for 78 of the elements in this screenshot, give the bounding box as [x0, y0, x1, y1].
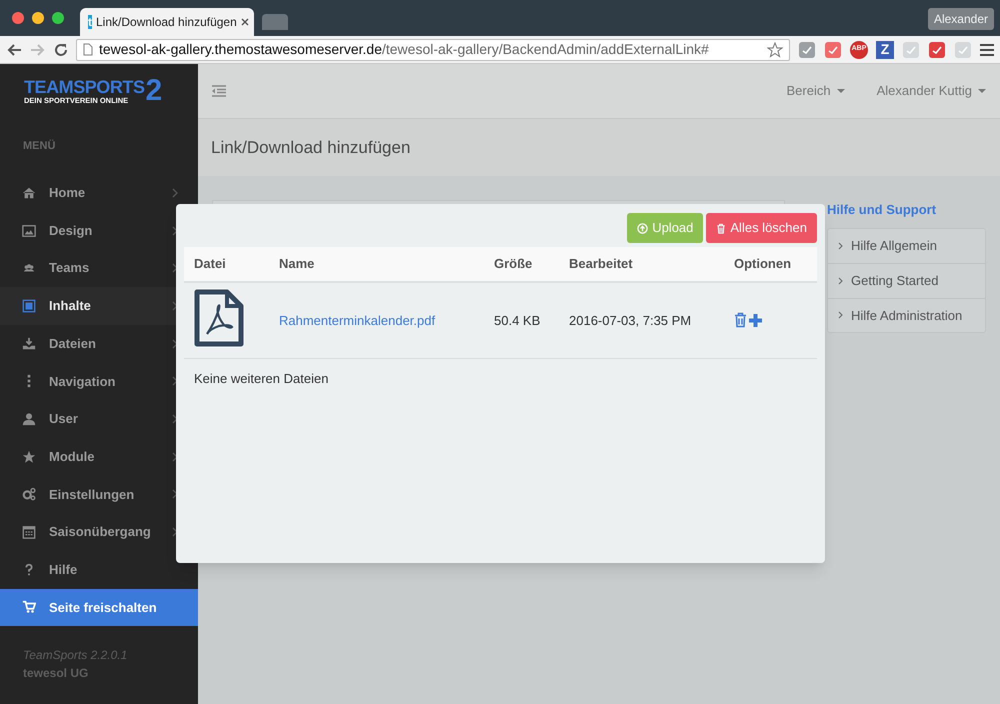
table-cell: 2016-07-03, 7:35 PM	[559, 282, 724, 358]
extension-icon[interactable]	[798, 40, 816, 58]
extension-button[interactable]: Z	[876, 40, 894, 58]
upload-icon	[637, 222, 648, 234]
url-text: tewesol-ak-gallery.themostawesomeserver.de/tewesol-ak-gallery/BackendAdmin/addExternalLink#	[99, 40, 710, 59]
calendar-icon	[22, 525, 36, 540]
help-title: Hilfe und Support	[826, 201, 938, 219]
tab-title: Link/Download hinzufügen	[96, 14, 237, 31]
chevron-icon	[172, 338, 178, 349]
help-link[interactable]: Hilfe Administration	[828, 298, 985, 332]
logo-text: TEAMSPORTS	[24, 78, 145, 96]
menu-icon[interactable]	[980, 44, 994, 56]
menu-toggle-icon[interactable]	[211, 84, 227, 98]
address-bar[interactable]: tewesol-ak-gallery.themostawesomeserver.de/tewesol-ak-gallery/BackendAdmin/addExternalLink#	[76, 38, 790, 60]
chevron-icon	[172, 300, 178, 311]
table-cell: 50.4 KB	[484, 282, 559, 358]
column-header: Optionen	[724, 247, 817, 282]
star-icon	[22, 450, 36, 464]
sidebar-item[interactable]: Dateien	[0, 324, 198, 362]
help-link[interactable]: Hilfe Allgemein	[828, 228, 985, 263]
image-icon	[22, 224, 36, 238]
gears-icon	[22, 487, 36, 502]
browser-tab[interactable]: t Link/Download hinzufügen	[80, 8, 254, 36]
help-link[interactable]: Getting Started	[828, 263, 985, 298]
chevron-icon	[172, 489, 178, 500]
home-icon	[22, 186, 36, 200]
file-link[interactable]: Rahmenterminkalender.pdf	[279, 312, 436, 328]
back-icon[interactable]	[6, 42, 22, 56]
sidebar-item[interactable]: Design	[0, 212, 198, 250]
chevron-icon	[172, 188, 178, 198]
plus-icon[interactable]	[748, 312, 763, 328]
window-control[interactable]	[52, 12, 64, 24]
cart-icon	[22, 600, 36, 614]
extension-icon[interactable]	[824, 40, 842, 58]
sidebar-item[interactable]: Module	[0, 438, 198, 476]
column-header: Datei	[184, 247, 269, 282]
dropdown-menu[interactable]: Bereich	[786, 81, 845, 101]
chevron-icon	[838, 242, 843, 250]
chevron-icon	[172, 414, 178, 424]
favicon: t	[88, 15, 92, 29]
close-icon[interactable]	[240, 18, 249, 26]
chevron-icon	[172, 263, 178, 274]
dropdown-menu[interactable]: Alexander Kuttig	[876, 81, 986, 101]
sidebar-item[interactable]: Einstellungen	[0, 476, 198, 514]
menu-heading: MENÜ	[22, 138, 56, 154]
window-control[interactable]	[32, 12, 44, 24]
chevron-icon	[172, 527, 178, 538]
version-text: TeamSports 2.2.0.1	[22, 647, 128, 664]
star-icon[interactable]	[767, 42, 783, 58]
extension-icon[interactable]	[928, 40, 946, 58]
user-icon	[22, 412, 36, 426]
page-icon	[83, 43, 93, 56]
empty-note: Keine weiteren Dateien	[193, 370, 330, 388]
chevron-icon	[838, 311, 843, 320]
company-text: tewesol UG	[22, 665, 90, 682]
square-icon	[22, 298, 36, 313]
delete-all-button[interactable]: Alles löschen	[706, 213, 817, 243]
sidebar-item[interactable]: User	[0, 400, 198, 438]
chevron-icon	[172, 452, 178, 462]
trash-icon[interactable]	[734, 312, 747, 328]
download-icon	[22, 336, 36, 351]
logo-digit: 2	[146, 76, 162, 106]
column-header: Bearbeitet	[559, 247, 724, 282]
pdf-file-icon	[194, 288, 244, 346]
chevron-icon	[172, 226, 178, 236]
trash-icon	[716, 222, 726, 234]
column-header: Name	[269, 247, 484, 282]
reload-icon[interactable]	[54, 42, 68, 56]
window-control[interactable]	[12, 12, 24, 24]
chevron-icon	[172, 376, 178, 386]
sidebar-item[interactable]: Hilfe	[0, 550, 198, 589]
page-title: Link/Download hinzufügen	[211, 136, 410, 159]
chevron-icon	[838, 276, 843, 285]
sidebar-item[interactable]: Seite freischalten	[0, 588, 198, 626]
column-header: Größe	[484, 247, 559, 282]
profile-button[interactable]: Alexander	[928, 8, 994, 30]
sidebar-item[interactable]: Saisonübergang	[0, 513, 198, 551]
sidebar-item[interactable]: Home	[0, 174, 198, 212]
